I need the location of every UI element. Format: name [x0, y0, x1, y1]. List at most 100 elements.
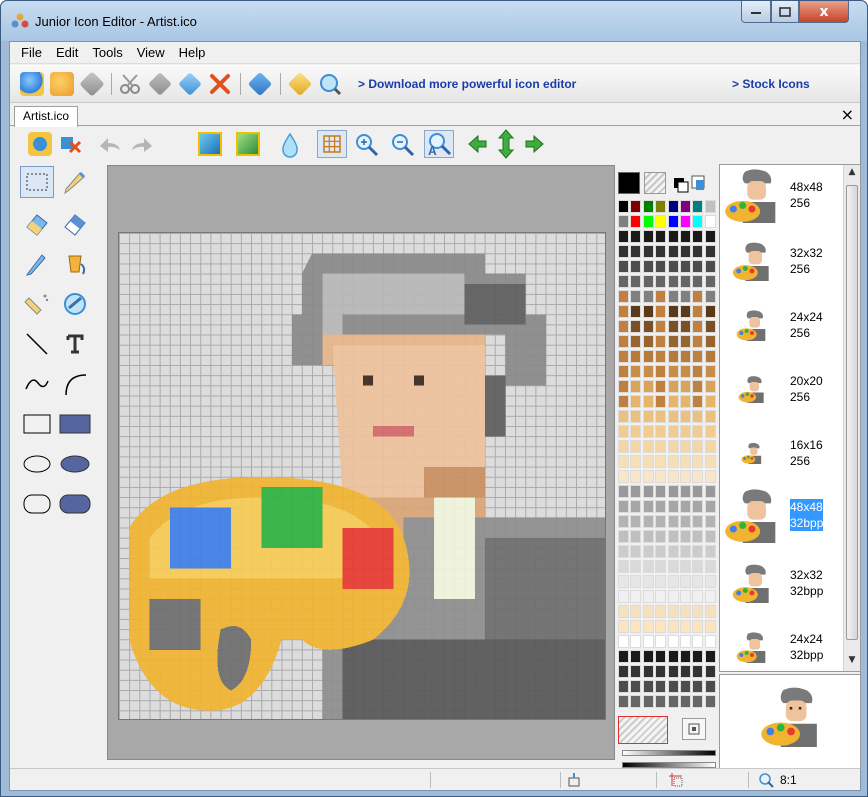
- color-swatch[interactable]: [667, 455, 679, 468]
- icon-format-item[interactable]: 24x24 256: [720, 295, 844, 361]
- color-swatch[interactable]: [667, 530, 679, 543]
- color-swatch[interactable]: [704, 335, 716, 348]
- color-swatch[interactable]: [618, 230, 629, 243]
- color-swatch[interactable]: [680, 515, 691, 528]
- color-swatch[interactable]: [692, 230, 704, 243]
- color-swatch[interactable]: [618, 350, 629, 363]
- color-swatch[interactable]: [618, 665, 629, 678]
- color-swatch[interactable]: [642, 530, 654, 543]
- color-swatch[interactable]: [680, 350, 691, 363]
- color-swatch[interactable]: [642, 350, 654, 363]
- color-swatch[interactable]: [618, 560, 629, 573]
- color-swatch[interactable]: [667, 335, 679, 348]
- color-swatch[interactable]: [618, 590, 629, 603]
- swap-colors-icon[interactable]: [672, 174, 708, 194]
- color-swatch[interactable]: [642, 485, 654, 498]
- color-swatch[interactable]: [704, 380, 716, 393]
- icon-format-item[interactable]: 16x16 256: [720, 423, 844, 489]
- menu-file[interactable]: File: [14, 45, 49, 60]
- minimize-button[interactable]: [741, 1, 771, 23]
- curve-icon[interactable]: [20, 368, 54, 400]
- color-swatch[interactable]: [630, 560, 642, 573]
- color-swatch[interactable]: [680, 530, 691, 543]
- cube-blue-icon[interactable]: [198, 132, 222, 156]
- color-swatch[interactable]: [692, 620, 704, 633]
- color-swatch[interactable]: [618, 380, 629, 393]
- color-swatch[interactable]: [618, 455, 629, 468]
- color-swatch[interactable]: [692, 650, 704, 663]
- color-swatch[interactable]: [667, 575, 679, 588]
- color-swatch[interactable]: [618, 410, 629, 423]
- scroll-up-icon[interactable]: ▲: [846, 167, 858, 181]
- color-swatch[interactable]: [704, 320, 716, 333]
- icon-format-item[interactable]: 48x48 256: [720, 165, 844, 231]
- color-swatch[interactable]: [704, 500, 716, 513]
- color-swatch[interactable]: [630, 695, 642, 708]
- color-swatch[interactable]: [655, 335, 667, 348]
- select-icon[interactable]: [20, 166, 54, 198]
- color-swatch[interactable]: [680, 485, 691, 498]
- color-swatch[interactable]: [618, 320, 629, 333]
- color-swatch[interactable]: [667, 425, 679, 438]
- color-swatch[interactable]: [667, 395, 679, 408]
- color-swatch[interactable]: [692, 530, 704, 543]
- color-swatch[interactable]: [680, 665, 691, 678]
- properties-icon[interactable]: [287, 71, 313, 97]
- color-swatch[interactable]: [667, 680, 679, 693]
- color-swatch[interactable]: [655, 365, 667, 378]
- color-swatch[interactable]: [680, 590, 691, 603]
- color-swatch[interactable]: [680, 575, 691, 588]
- arrow-right-icon[interactable]: [522, 132, 546, 156]
- color-swatch[interactable]: [655, 395, 667, 408]
- color-swatch[interactable]: [704, 560, 716, 573]
- color-swatch[interactable]: [655, 470, 667, 483]
- color-swatch[interactable]: [692, 695, 704, 708]
- color-swatch[interactable]: [680, 200, 691, 213]
- color-swatch[interactable]: [680, 365, 691, 378]
- color-swatch[interactable]: [642, 635, 654, 648]
- color-swatch[interactable]: [667, 590, 679, 603]
- color-swatch[interactable]: [680, 245, 691, 258]
- filled-rounded-rect-icon[interactable]: [58, 488, 92, 520]
- color-swatch[interactable]: [642, 425, 654, 438]
- zoom-actual-icon[interactable]: A: [424, 130, 454, 158]
- grid-icon[interactable]: [317, 130, 347, 158]
- color-swatch[interactable]: [618, 215, 629, 228]
- color-swatch[interactable]: [692, 275, 704, 288]
- color-swatch[interactable]: [692, 485, 704, 498]
- copy-icon[interactable]: [148, 72, 172, 96]
- ellipse-icon[interactable]: [20, 448, 54, 480]
- color-swatch[interactable]: [618, 425, 629, 438]
- color-swatch[interactable]: [680, 545, 691, 558]
- color-swatch[interactable]: [618, 305, 629, 318]
- color-swatch[interactable]: [655, 380, 667, 393]
- color-swatch[interactable]: [618, 680, 629, 693]
- color-swatch[interactable]: [680, 230, 691, 243]
- color-swatch[interactable]: [642, 305, 654, 318]
- color-swatch[interactable]: [667, 515, 679, 528]
- color-swatch[interactable]: [667, 245, 679, 258]
- color-swatch[interactable]: [704, 650, 716, 663]
- color-swatch[interactable]: [680, 635, 691, 648]
- color-swatch[interactable]: [642, 200, 654, 213]
- color-swatch[interactable]: [692, 260, 704, 273]
- color-swatch[interactable]: [704, 590, 716, 603]
- color-swatch[interactable]: [692, 680, 704, 693]
- filled-ellipse-icon[interactable]: [58, 448, 92, 480]
- color-swatch[interactable]: [642, 335, 654, 348]
- color-swatch[interactable]: [630, 245, 642, 258]
- color-swatch[interactable]: [642, 245, 654, 258]
- color-swatch[interactable]: [655, 320, 667, 333]
- color-swatch[interactable]: [667, 365, 679, 378]
- color-swatch[interactable]: [704, 455, 716, 468]
- icon-format-item[interactable]: 32x32 32bpp: [720, 553, 844, 619]
- color-swatch[interactable]: [655, 560, 667, 573]
- color-swatch[interactable]: [667, 485, 679, 498]
- preview-icon[interactable]: [318, 72, 342, 96]
- color-swatch[interactable]: [692, 470, 704, 483]
- color-swatch[interactable]: [667, 290, 679, 303]
- color-swatch[interactable]: [704, 425, 716, 438]
- color-swatch[interactable]: [642, 260, 654, 273]
- fill-bucket-icon[interactable]: [58, 248, 92, 280]
- color-swatch[interactable]: [680, 650, 691, 663]
